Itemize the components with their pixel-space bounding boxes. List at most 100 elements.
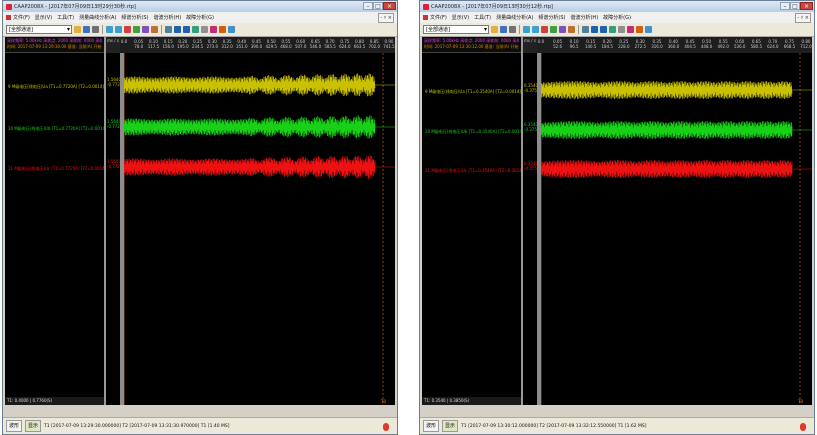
chart-icon[interactable] [210,26,217,33]
help-icon[interactable] [645,26,652,33]
menu-spectrum[interactable]: 频谱分析(S) [538,14,565,21]
channel-label-ub[interactable]: 10 M级电压(线电压)Ub [T1=0.3540A] [T2=0.0014] [425,129,524,135]
menu-fault[interactable]: 故障分析(G) [186,14,214,21]
print-icon[interactable] [92,26,99,33]
channel-label-ub[interactable]: 10 M级电压(线电压)Ub [T1=0.7720A] [T2=0.0014] [8,126,107,132]
grid-icon[interactable] [582,26,589,33]
zoom-out-icon[interactable] [115,26,122,33]
maximize-button[interactable]: □ [373,2,383,10]
menu-harmonic[interactable]: 谐波分析(H) [570,14,598,21]
menu-file[interactable]: 文件(F) [423,14,447,21]
time-tick-label: 468.0 [280,44,292,49]
channel-select[interactable]: [全部通道] [423,25,489,34]
maximize-button[interactable]: □ [790,2,800,10]
time-tick-label: 429.5 [265,44,277,49]
harmonic-icon[interactable] [568,26,575,33]
waveform-plot[interactable]: 0.0 0.05 52.6 0.10 96.5 0.15 140.5 0.20 184.5 0.2… [537,37,812,405]
app-icon [423,3,429,10]
menu-fault[interactable]: 故障分析(G) [603,14,631,21]
time-tick-label: 360.0 [668,44,680,49]
time-tick-label: 52.6 [553,44,562,49]
save-icon[interactable] [500,26,507,33]
time-tick-label: 536.0 [734,44,746,49]
open-icon[interactable] [74,26,81,33]
app-icon [6,3,12,10]
cursor-marker-label: T0 [380,399,386,404]
pre-trigger-band [120,53,124,405]
bottom-bar: 波形 显示 T1 [2017-07-09 13:29:30.000000] T2… [3,417,397,434]
print-icon[interactable] [509,26,516,33]
zoom-in-icon[interactable] [523,26,530,33]
menu-view[interactable]: 显示(V) [452,14,469,21]
time-tick-label: 272.5 [635,44,647,49]
menu-measure[interactable]: 测量曲线分析(A) [496,14,533,21]
minimize-button[interactable]: – [780,2,790,10]
scale-header: ms / s [106,37,120,53]
display-tab[interactable]: 显示 [25,420,42,432]
measure-icon[interactable] [133,26,140,33]
settings-icon[interactable] [201,26,208,33]
measure-icon[interactable] [550,26,557,33]
menu-measure[interactable]: 测量曲线分析(A) [79,14,116,21]
harmonic-icon[interactable] [151,26,158,33]
channel-label-ua[interactable]: 9 M级电压(线电压)Ua [T1=0.3540A] [T2=0.0014] [425,89,521,95]
close-button[interactable]: × [383,2,396,10]
settings-icon[interactable] [618,26,625,33]
waveform-plot[interactable]: 0.0 0.05 78.0 0.10 117.5 0.15 156.0 0.20 195.0 0.… [120,37,395,405]
display-tab[interactable]: 显示 [442,420,459,432]
menu-spectrum[interactable]: 频谱分析(S) [121,14,148,21]
arrow-left-icon[interactable] [591,26,598,33]
cursor-icon[interactable] [124,26,131,33]
title-bar[interactable]: CAAP2008X - [2017年07月09日13时30分12秒.rtp] –… [420,1,814,12]
toolbar: [全部通道] [3,23,397,37]
arrow-right-icon[interactable] [600,26,607,33]
menu-harmonic[interactable]: 谐波分析(H) [153,14,181,21]
cursor-icon[interactable] [541,26,548,33]
window-title: CAAP2008X - [2017年07月09日13时29分30秒.rtp] [14,4,136,10]
close-button[interactable]: × [800,2,813,10]
help-icon[interactable] [228,26,235,33]
waveform-ua [540,80,793,100]
open-icon[interactable] [491,26,498,33]
waveform-tab[interactable]: 波形 [423,420,440,432]
record-icon[interactable] [383,423,389,431]
mdi-controls[interactable]: - ♯ × [378,13,394,23]
channel-label-uc[interactable]: 11 M级电压(线电压)Uc [T1=0.7720A] [T2=0.0014] [8,166,106,172]
time-tick-label: 316.0 [651,44,663,49]
cursor-times: T1 [2017-07-09 13:30:12.000000] T2 [2017… [461,423,647,429]
color-icon[interactable] [219,26,226,33]
channel-select[interactable]: [全部通道] [6,25,72,34]
time-tick-label: 404.5 [684,44,696,49]
menu-file[interactable]: 文件(F) [6,14,30,21]
pre-trigger-band [537,53,541,405]
title-bar[interactable]: CAAP2008X - [2017年07月09日13时29分30秒.rtp] –… [3,1,397,12]
color-icon[interactable] [636,26,643,33]
time-tick-label: 0.0 [538,39,545,44]
fit-icon[interactable] [609,26,616,33]
toolbar: [全部通道] [420,23,814,37]
spectrum-icon[interactable] [559,26,566,33]
channel-header: 采样频率: 5.00kHz 采样点: 2000 采样前: 0000 采样后: 0… [5,37,104,53]
mdi-controls[interactable]: - ♯ × [795,13,811,23]
grid-icon[interactable] [165,26,172,33]
fit-icon[interactable] [192,26,199,33]
waveform-tab[interactable]: 波形 [6,420,23,432]
arrow-left-icon[interactable] [174,26,181,33]
save-icon[interactable] [83,26,90,33]
window-title: CAAP2008X - [2017年07月09日13时30分12秒.rtp] [431,4,553,10]
menu-view[interactable]: 显示(V) [35,14,52,21]
channel-panel: 采样频率: 5.00kHz 采样点: 2000 采样前: 0000 采样后: 0… [422,37,524,405]
time-tick-label: 312.0 [221,44,233,49]
arrow-right-icon[interactable] [183,26,190,33]
zoom-in-icon[interactable] [106,26,113,33]
bottom-bar: 波形 显示 T1 [2017-07-09 13:30:12.000000] T2… [420,417,814,434]
menu-tools[interactable]: 工具(T) [57,14,74,21]
chart-icon[interactable] [627,26,634,33]
zoom-out-icon[interactable] [532,26,539,33]
menu-tools[interactable]: 工具(T) [474,14,491,21]
channel-label-uc[interactable]: 11 M级电压(线电压)Uc [T1=0.3540A] [T2=0.0014] [425,168,523,174]
minimize-button[interactable]: – [363,2,373,10]
record-icon[interactable] [800,423,806,431]
spectrum-icon[interactable] [142,26,149,33]
channel-label-ua[interactable]: 9 M级电压(线电压)Ua [T1=0.7720A] [T2=0.0014] [8,84,104,90]
